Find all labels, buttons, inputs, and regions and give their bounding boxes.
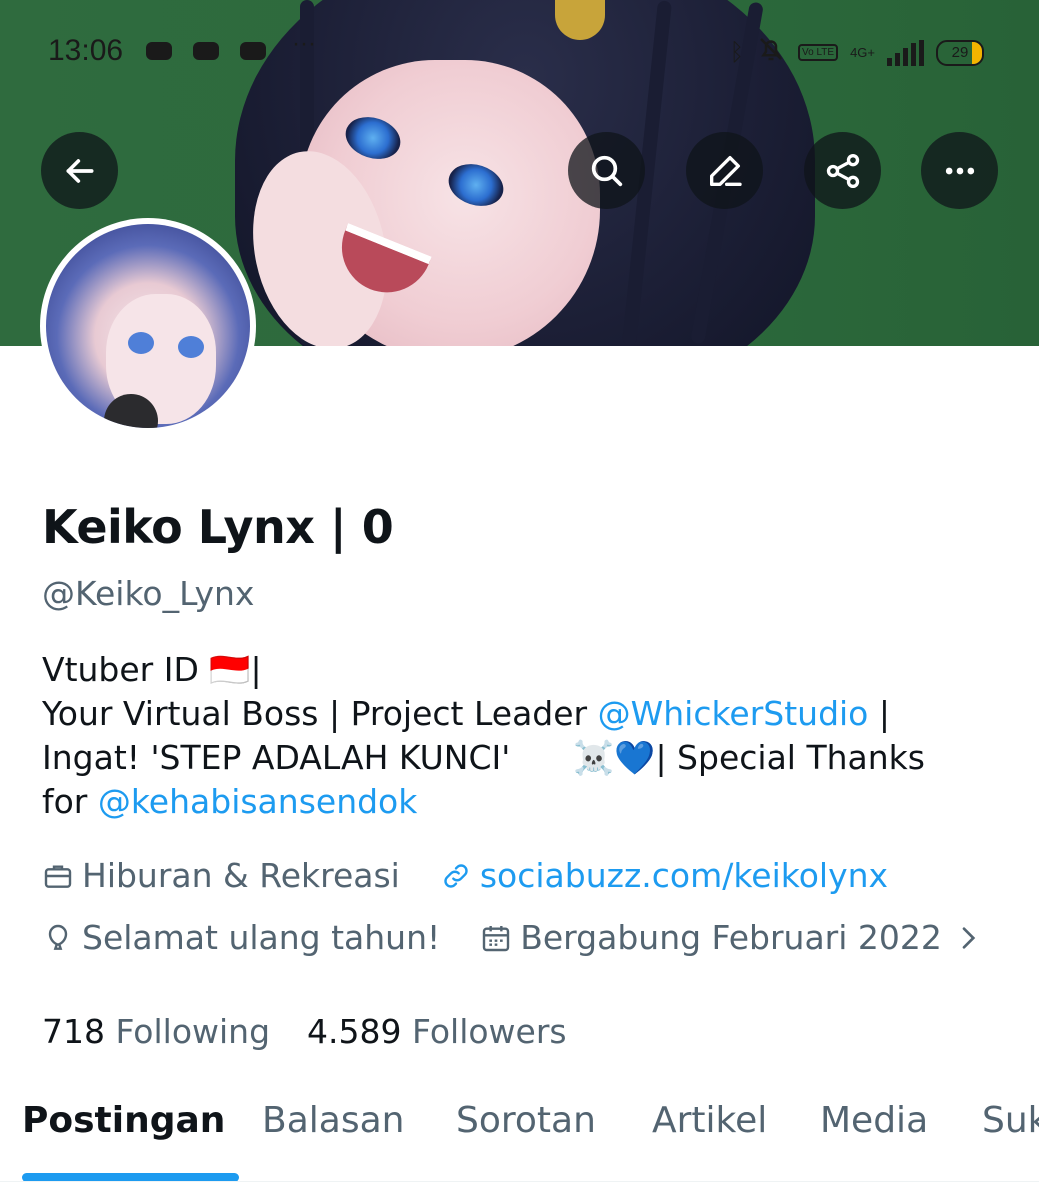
calendar-icon xyxy=(483,925,510,951)
bio-line: for @kehabisansendok xyxy=(42,780,1002,824)
tab-suka[interactable]: Suka xyxy=(982,1100,1039,1141)
tabs-divider xyxy=(0,1181,1039,1182)
more-icon xyxy=(945,167,974,174)
discord-notification-icon xyxy=(193,42,219,60)
more-notifications-icon: ··· xyxy=(292,30,316,57)
website-link[interactable]: sociabuzz.com/keikolynx xyxy=(440,856,888,895)
muted-bell-icon xyxy=(756,34,786,71)
avatar[interactable] xyxy=(40,218,256,434)
discord-notification-icon xyxy=(240,42,266,60)
category-text: Hiburan & Rekreasi xyxy=(82,856,400,895)
link-icon xyxy=(444,863,468,888)
battery-icon: 29 xyxy=(936,39,984,66)
signal-icon xyxy=(887,39,924,66)
share-icon xyxy=(826,153,859,188)
tab-balasan[interactable]: Balasan xyxy=(262,1100,404,1141)
followers-count: 4.589 xyxy=(307,1012,402,1051)
bio-text: | xyxy=(868,694,890,733)
back-arrow-icon xyxy=(66,158,93,183)
follow-stats: 718 Following 4.589 Followers xyxy=(42,1012,567,1051)
status-time: 13:06 xyxy=(48,34,124,67)
following-link[interactable]: 718 Following xyxy=(42,1012,270,1051)
bio-text: Your Virtual Boss | Project Leader xyxy=(42,694,598,733)
joined-text: Bergabung Februari 2022 xyxy=(520,918,942,957)
profile-bio: Vtuber ID 🇮🇩| Your Virtual Boss | Projec… xyxy=(42,648,1002,824)
chevron-right-icon xyxy=(962,926,976,949)
network-type: 4G+ xyxy=(850,44,875,60)
following-count: 718 xyxy=(42,1012,105,1051)
tab-postingan[interactable]: Postingan xyxy=(22,1100,225,1141)
search-icon xyxy=(591,155,622,186)
back-button[interactable] xyxy=(41,132,118,209)
battery-level: 29 xyxy=(951,43,969,61)
website-text: sociabuzz.com/keikolynx xyxy=(479,856,889,895)
mention-link[interactable]: @WhickerStudio xyxy=(598,694,869,733)
profile-handle: @Keiko_Lynx xyxy=(42,574,255,613)
avatar-eye xyxy=(128,332,154,354)
avatar-eye xyxy=(178,336,204,358)
avatar-image xyxy=(46,224,250,428)
status-bar: 13:06 ··· ᛒ Vo LTE 4G+ 29 xyxy=(0,28,1039,76)
bio-line: Ingat! 'STEP ADALAH KUNCI' ☠️💙| Special … xyxy=(42,738,925,777)
more-button[interactable] xyxy=(921,132,998,209)
tab-sorotan[interactable]: Sorotan xyxy=(456,1100,596,1141)
status-right-icons: ᛒ Vo LTE 4G+ 29 xyxy=(730,34,984,71)
volte-icon: Vo LTE xyxy=(798,44,839,61)
profile-name: Keiko Lynx | 0 xyxy=(42,500,394,554)
profile-meta-row: Hiburan & Rekreasi sociabuzz.com/keikoly… xyxy=(42,856,928,895)
joined-item[interactable]: Bergabung Februari 2022 xyxy=(480,918,984,957)
search-button[interactable] xyxy=(568,132,645,209)
share-button[interactable] xyxy=(804,132,881,209)
bio-line: Your Virtual Boss | Project Leader @Whic… xyxy=(42,692,1002,736)
birthday-item: Selamat ulang tahun! xyxy=(42,918,440,957)
profile-meta-row: Selamat ulang tahun! Bergabung Februari … xyxy=(42,918,984,957)
tab-media[interactable]: Media xyxy=(820,1100,928,1141)
balloon-icon xyxy=(48,924,68,950)
bio-text: for xyxy=(42,782,98,821)
bio-line: Vtuber ID 🇮🇩| xyxy=(42,650,262,689)
tab-artikel[interactable]: Artikel xyxy=(652,1100,767,1141)
mention-link[interactable]: @kehabisansendok xyxy=(98,782,417,821)
discord-notification-icon xyxy=(146,42,172,60)
profile-tabs: Postingan Balasan Sorotan Artikel Media … xyxy=(0,1078,1039,1200)
category-item: Hiburan & Rekreasi xyxy=(42,856,400,895)
edit-icon xyxy=(709,155,742,186)
bluetooth-icon: ᛒ xyxy=(729,38,744,66)
followers-link[interactable]: 4.589 Followers xyxy=(307,1012,567,1051)
followers-label: Followers xyxy=(412,1012,567,1051)
birthday-text: Selamat ulang tahun! xyxy=(82,918,441,957)
edit-button[interactable] xyxy=(686,132,763,209)
briefcase-icon xyxy=(44,864,72,888)
following-label: Following xyxy=(115,1012,271,1051)
